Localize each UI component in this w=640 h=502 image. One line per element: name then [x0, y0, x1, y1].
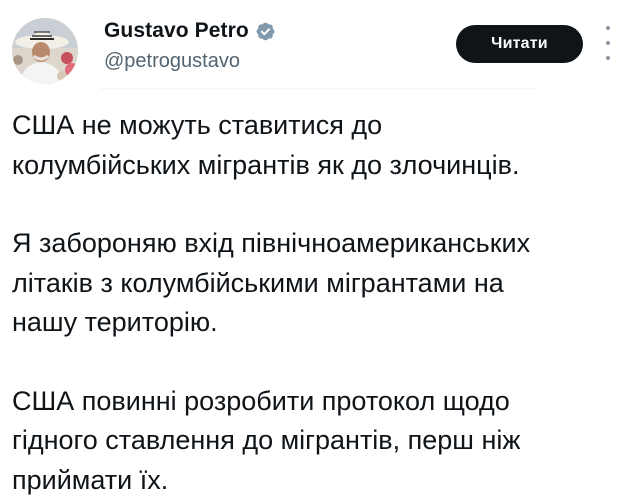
tweet-card: Gustavo Petro @petrogustavo Читати США н… — [0, 0, 640, 502]
more-dot — [606, 41, 610, 45]
more-dot — [606, 26, 610, 30]
tweet-paragraph: Я забороняю вхід північноамериканських л… — [12, 228, 531, 337]
verified-badge-icon — [255, 21, 276, 42]
follow-button[interactable]: Читати — [456, 25, 583, 63]
more-dot — [606, 56, 610, 60]
tweet-header: Gustavo Petro @petrogustavo Читати — [0, 0, 640, 90]
display-name[interactable]: Gustavo Petro — [104, 19, 249, 43]
author-name-row[interactable]: Gustavo Petro — [104, 17, 276, 45]
author-handle[interactable]: @petrogustavo — [104, 50, 240, 73]
more-options-icon[interactable] — [600, 26, 616, 60]
tweet-text: США не можуть ставитися до колумбійських… — [12, 106, 622, 500]
tweet-paragraph: США повинні розробити протокол щодо гідн… — [12, 385, 521, 495]
avatar-photo — [12, 18, 78, 84]
avatar[interactable] — [12, 18, 78, 84]
divider — [100, 88, 540, 89]
tweet-paragraph: США не можуть ставитися до колумбійських… — [12, 110, 520, 180]
